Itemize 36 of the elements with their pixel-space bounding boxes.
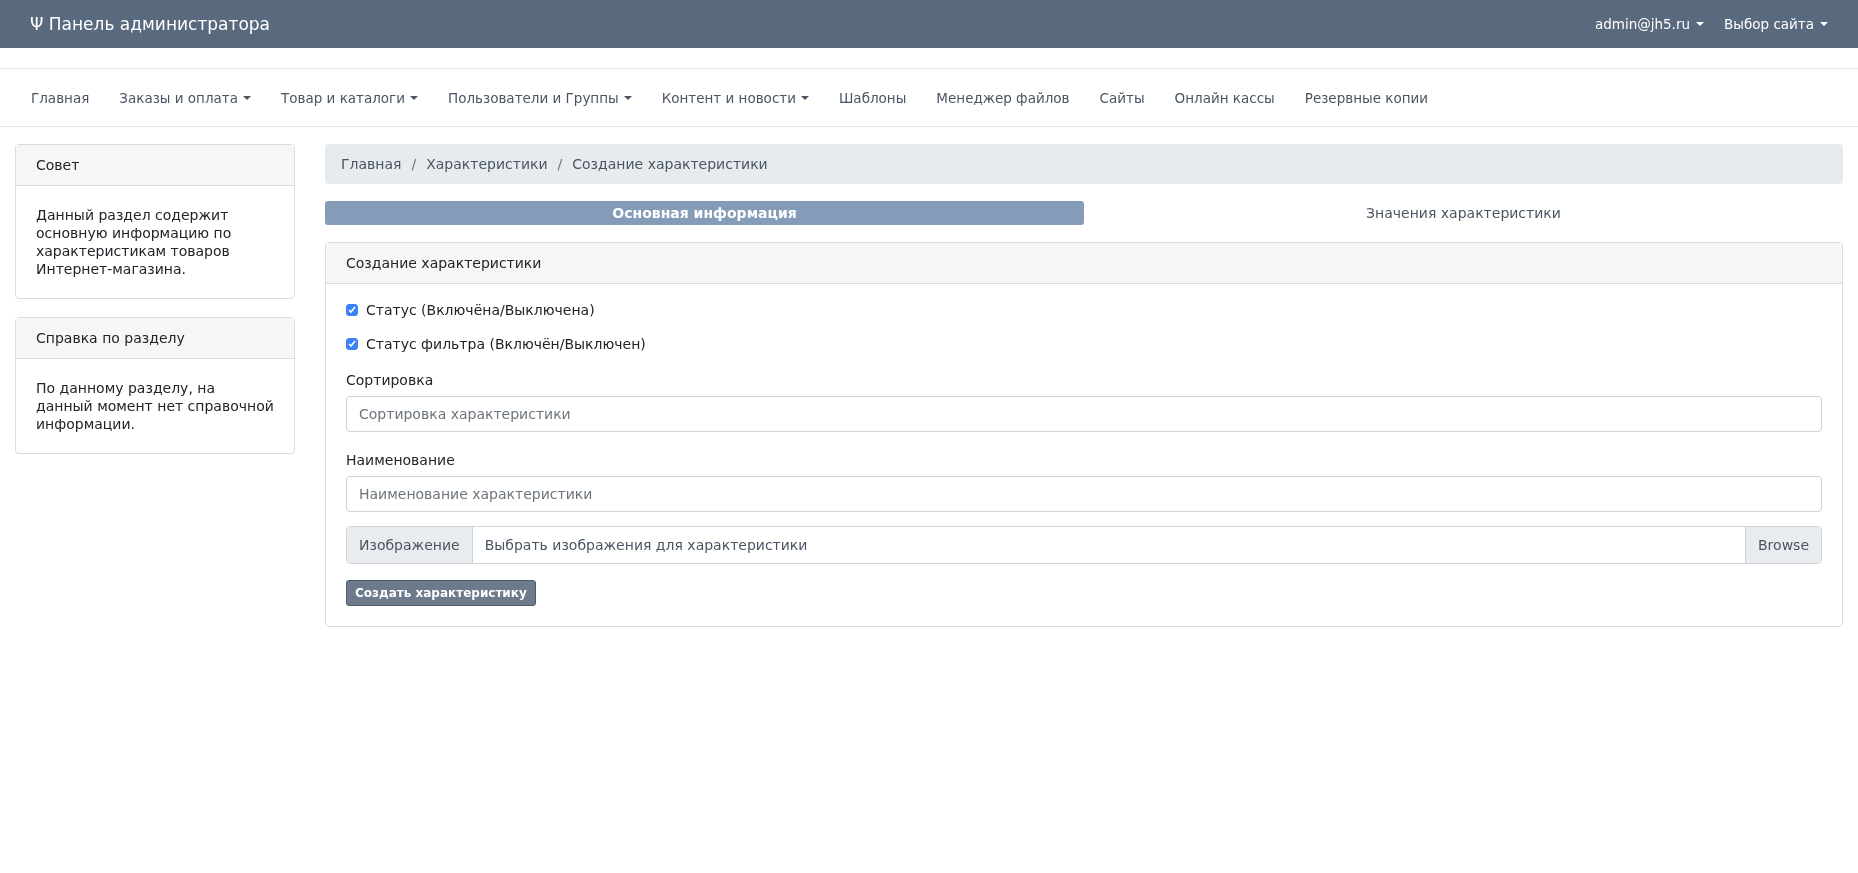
checkbox[interactable] xyxy=(346,338,358,350)
checkbox-label: Статус фильтра (Включён/Выключен) xyxy=(366,336,646,352)
nav-link[interactable]: Пользователи и Группы xyxy=(433,89,647,106)
file-placeholder: Выбрать изображения для характеристики xyxy=(483,536,809,555)
breadcrumb-link[interactable]: Характеристики xyxy=(426,156,548,172)
checkbox-label: Статус (Включёна/Выключена) xyxy=(366,302,595,318)
tab[interactable]: Значения характеристики xyxy=(1084,201,1843,225)
card-title: Справка по разделу xyxy=(16,318,294,359)
breadcrumb-separator: / xyxy=(557,156,563,172)
field-label: Наименование xyxy=(346,452,456,468)
breadcrumb-link[interactable]: Главная xyxy=(341,156,402,172)
nav-link[interactable]: Главная xyxy=(15,89,105,106)
breadcrumb-separator: / xyxy=(411,156,417,172)
browse-button[interactable]: Browse xyxy=(1745,527,1821,563)
input-field[interactable]: Наименование характеристики xyxy=(346,476,1822,512)
nav-link[interactable]: Заказы и оплата xyxy=(104,89,266,106)
app-title: Ψ Панель администратора xyxy=(30,14,271,34)
site-menu[interactable]: Выбор сайта xyxy=(1724,16,1828,32)
field-label: Сортировка xyxy=(346,372,435,388)
submit-button[interactable]: Создать характеристику xyxy=(346,580,536,606)
nav-link[interactable]: Шаблоны xyxy=(823,89,922,106)
card-title: Создание характеристики xyxy=(326,243,1842,284)
nav-link[interactable]: Менеджер файлов xyxy=(921,89,1085,106)
card-title: Совет xyxy=(16,145,294,186)
nav-link[interactable]: Онлайн кассы xyxy=(1159,89,1290,106)
nav-link[interactable]: Резервные копии xyxy=(1289,89,1444,106)
card-text: По данному разделу, на данный момент нет справочной информации. xyxy=(35,379,275,434)
file-input[interactable]: Изображение Выбрать изображения для характеристики Browse xyxy=(346,526,1822,564)
nav-link[interactable]: Сайты xyxy=(1084,89,1160,106)
input-field[interactable]: Сортировка характеристики xyxy=(346,396,1822,432)
nav-link[interactable]: Контент и новости xyxy=(646,89,824,106)
file-input-prefix: Изображение xyxy=(347,527,473,563)
user-menu[interactable]: admin@jh5.ru xyxy=(1594,16,1704,32)
nav-link[interactable]: Товар и каталоги xyxy=(266,89,433,106)
checkbox[interactable] xyxy=(346,304,358,316)
card-text: Данный раздел содержит основную информацию по характеристикам товаров Интернет-магазина. xyxy=(35,206,233,279)
